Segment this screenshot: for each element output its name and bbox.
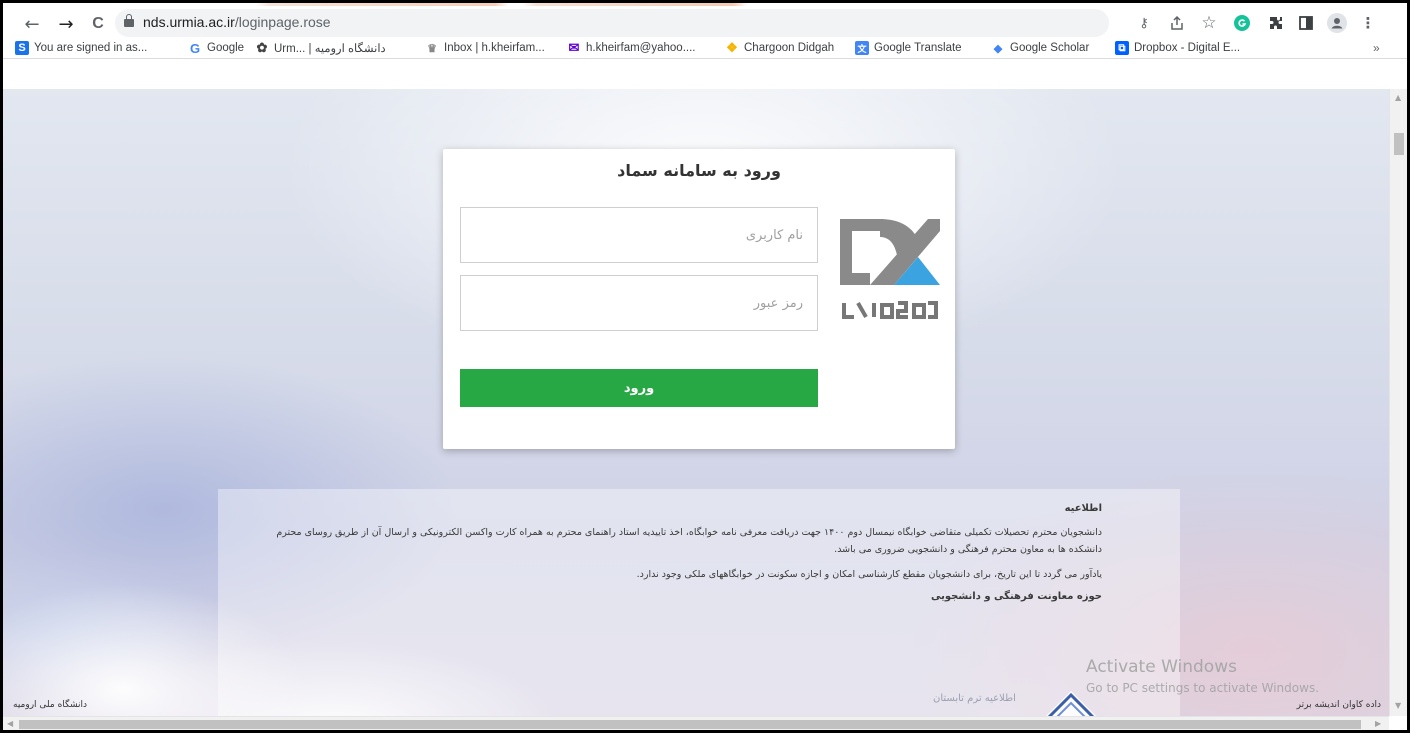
bookmark-chargoon[interactable]: ❖ Chargoon Didgah <box>725 40 835 55</box>
watermark-title: Activate Windows <box>1086 657 1237 677</box>
login-card: ورود به سامانه سماد ورود <box>443 149 955 449</box>
sidepanel-icon[interactable] <box>1295 12 1317 34</box>
bookmark-label: Inbox | h.kheirfam... <box>444 42 545 54</box>
bookmark-scholar[interactable]: ◆ Google Scholar <box>991 41 1090 55</box>
username-input[interactable] <box>460 207 818 263</box>
forward-button[interactable]: → <box>53 11 79 37</box>
announcement-panel: اطلاعیه دانشجویان محترم تحصیلات تکمیلی م… <box>218 489 1180 716</box>
star-icon[interactable]: ☆ <box>1198 12 1220 34</box>
login-button[interactable]: ورود <box>460 369 818 407</box>
footer-university-name: دانشگاه ملی ارومیه <box>13 700 88 710</box>
bookmark-translate[interactable]: 文 Google Translate <box>855 41 962 55</box>
bookmark-label: Google Translate <box>874 42 962 54</box>
page-viewport: ورود به سامانه سماد ورود <box>3 89 1389 716</box>
bookmark-yahoo[interactable]: ✉ h.kheirfam@yahoo.... <box>567 40 696 55</box>
google-icon: G <box>189 40 201 56</box>
translate-icon: 文 <box>855 41 869 55</box>
scholar-icon: ◆ <box>993 42 1003 55</box>
url-text[interactable]: nds.urmia.ac.ir/loginpage.rose <box>143 14 331 30</box>
horizontal-scroll-thumb[interactable] <box>19 720 1361 729</box>
bookmark-inbox[interactable]: ♛ Inbox | h.kheirfam... <box>425 41 545 55</box>
url-path: /loginpage.rose <box>234 14 331 30</box>
announcement-title: اطلاعیه <box>1064 503 1102 514</box>
horizontal-scrollbar[interactable]: ◀ ▶ <box>3 716 1389 730</box>
tab-strip <box>3 3 1407 6</box>
bookmark-label: You are signed in as... <box>34 42 148 54</box>
extensions-icon[interactable] <box>1265 12 1287 34</box>
bookmark-label: Chargoon Didgah <box>744 42 835 54</box>
scroll-right-arrow-icon[interactable]: ▶ <box>1375 719 1381 728</box>
bookmark-label: Google <box>207 42 245 54</box>
bookmarks-overflow-button[interactable]: » <box>1373 41 1380 55</box>
menu-icon[interactable]: ⋮ <box>1357 12 1379 34</box>
scroll-left-arrow-icon[interactable]: ◀ <box>7 719 13 728</box>
university-icon: ✿ <box>256 40 268 55</box>
bookmark-label: Google Scholar <box>1010 42 1090 54</box>
login-title: ورود به سامانه سماد <box>617 161 781 180</box>
lock-icon[interactable] <box>124 14 134 27</box>
announcement-paragraph: یادآور می گردد تا این تاریخ، برای دانشجو… <box>636 569 1102 580</box>
bookmark-signed-in[interactable]: S You are signed in as... <box>15 41 147 55</box>
bookmark-urmia[interactable]: ✿ Urm... | دانشگاه ارومیه <box>255 40 386 55</box>
mail-crown-icon: ♛ <box>427 42 437 55</box>
profile-icon[interactable] <box>1326 12 1348 34</box>
yahoo-mail-icon: ✉ <box>568 40 580 55</box>
dropbox-icon: ⧉ <box>1115 41 1129 55</box>
watermark-subtitle: Go to PC settings to activate Windows. <box>1086 681 1320 695</box>
bookmark-dropbox[interactable]: ⧉ Dropbox - Digital E... <box>1115 41 1240 55</box>
browser-window: ← → C nds.urmia.ac.ir/loginpage.rose ⚷ ☆… <box>3 3 1407 730</box>
scroll-down-arrow-icon[interactable]: ▼ <box>1395 701 1401 710</box>
url-host: nds.urmia.ac.ir <box>143 14 235 30</box>
browser-toolbar: ← → C nds.urmia.ac.ir/loginpage.rose ⚷ ☆… <box>3 3 1407 59</box>
share-icon[interactable] <box>1166 12 1188 34</box>
bookmark-label: Dropbox - Digital E... <box>1134 42 1241 54</box>
windows-activation-watermark: Activate Windows Go to PC settings to ac… <box>1086 657 1319 695</box>
vertical-scroll-thumb[interactable] <box>1394 133 1404 155</box>
back-button[interactable]: ← <box>19 11 45 37</box>
reload-button[interactable]: C <box>85 11 111 37</box>
vertical-scrollbar[interactable]: ▲ ▼ <box>1389 89 1407 716</box>
bookmark-label: h.kheirfam@yahoo.... <box>586 42 696 54</box>
bookmarks-bar: S You are signed in as... G Google ✿ Urm… <box>3 37 1407 59</box>
grammarly-icon[interactable] <box>1231 12 1253 34</box>
bookmark-google[interactable]: G Google <box>188 40 245 56</box>
bookmark-label: Urm... | دانشگاه ارومیه <box>274 43 386 55</box>
footer-company-name[interactable]: داده کاوان اندیشه برتر <box>1297 700 1381 710</box>
dadeh-kavan-logo <box>840 219 940 319</box>
announcement-paragraph: دانشجویان محترم تحصیلات تکمیلی متقاضی خو… <box>276 527 1102 555</box>
summer-notice-link[interactable]: اطلاعیه ترم تابستان <box>933 693 1016 704</box>
scroll-up-arrow-icon[interactable]: ▲ <box>1395 93 1401 102</box>
key-icon[interactable]: ⚷ <box>1133 12 1155 34</box>
chargoon-icon: ❖ <box>726 40 738 55</box>
password-input[interactable] <box>460 275 818 331</box>
s-icon: S <box>15 41 29 55</box>
announcement-signature: حوزه معاونت فرهنگی و دانشجویی <box>931 591 1102 602</box>
